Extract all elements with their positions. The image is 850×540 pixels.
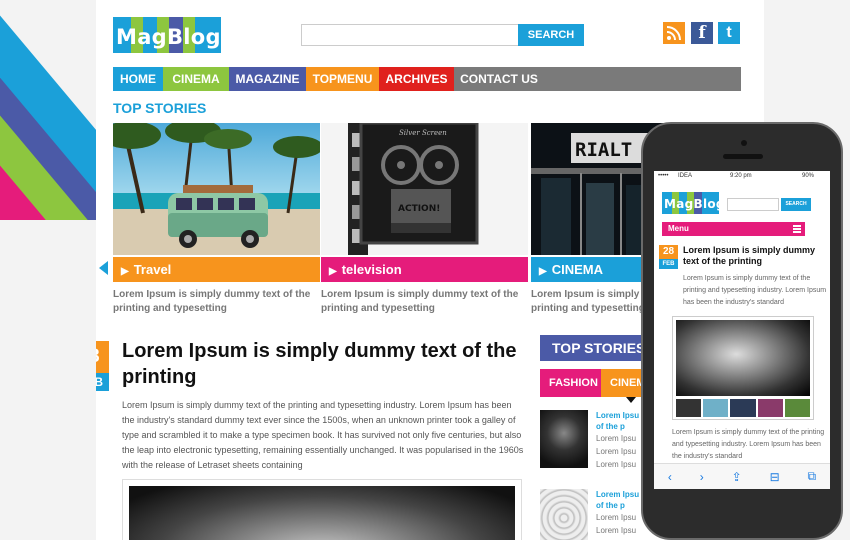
story-card-travel[interactable]: ▶ Travel Lorem Ipsum is simply dummy text… [113, 123, 320, 316]
slider-prev-arrow-icon[interactable] [99, 261, 108, 275]
clock: 9:20 pm [730, 173, 752, 179]
thumbnail[interactable] [703, 399, 729, 417]
phone-mockup: ••••• IDEA 9:20 pm 90% MagBlog SEARCH Me… [641, 122, 843, 540]
carrier-label: IDEA [678, 173, 693, 179]
sidebar-thumb [540, 410, 588, 468]
chevron-right-icon: ▶ [539, 266, 547, 277]
sidebar-thumb [540, 489, 588, 540]
mobile-thumbnails [676, 399, 811, 417]
thumbnail[interactable] [784, 399, 811, 417]
sidebar-item-title: Lorem Ipsu of the p [596, 411, 640, 431]
category-label: television [341, 262, 402, 277]
post-title[interactable]: Lorem Ipsum is simply dummy text of the … [122, 338, 522, 390]
browser-toolbar: ‹ › ⇪ ⊟ ⧉ [654, 463, 830, 489]
mobile-logo[interactable]: MagBlog [662, 192, 719, 214]
nav-home[interactable]: HOME [113, 67, 163, 91]
hamburger-icon[interactable] [793, 225, 801, 233]
sidebar-item-text: Lorem Ipsu Lorem Ipsu Lorem Ipsu [596, 434, 637, 469]
sidebar-item-text: Lorem Ipsu Lorem Ipsu [596, 513, 637, 535]
back-icon[interactable]: ‹ [668, 470, 672, 484]
nav-magazine[interactable]: MAGAZINE [229, 67, 306, 91]
mobile-post-title[interactable]: Lorem Ipsum is simply dummy text of the … [683, 245, 823, 267]
battery-label: 90% [802, 173, 815, 179]
post-date-day: 28 [96, 341, 109, 373]
mobile-date-day: 28 [659, 245, 678, 259]
card-description: Lorem Ipsum is simply dummy text of the … [113, 289, 311, 314]
search-button[interactable]: SEARCH [518, 24, 584, 46]
tab-fashion[interactable]: FASHION [540, 369, 601, 397]
speaker-grill [723, 154, 763, 159]
mobile-date-month: FEB [659, 259, 678, 269]
bookmarks-icon[interactable]: ⊟ [770, 470, 780, 484]
nav-contact-us[interactable]: CONTACT US [454, 67, 544, 91]
share-icon[interactable]: ⇪ [732, 470, 742, 484]
twitter-icon[interactable]: t [718, 22, 740, 44]
silver-screen-sign: Silver Screen [399, 129, 447, 137]
mobile-search-input[interactable] [727, 198, 779, 211]
menu-label: Menu [668, 224, 689, 233]
nav-cinema[interactable]: CINEMA [163, 67, 229, 91]
post-image[interactable] [122, 479, 522, 540]
facebook-icon[interactable]: f [691, 22, 713, 44]
phone-screen: ••••• IDEA 9:20 pm 90% MagBlog SEARCH Me… [654, 171, 830, 489]
camera-icon [741, 140, 747, 146]
sidebar-item-title: Lorem Ipsu of the p [596, 490, 640, 510]
thumbnail[interactable] [730, 399, 756, 417]
chevron-right-icon: ▶ [121, 266, 129, 277]
mobile-post-body-2: Lorem Ipsum is simply dummy text of the … [672, 429, 825, 460]
mobile-search-button[interactable]: SEARCH [781, 198, 811, 211]
decorative-stripes-right [755, 0, 850, 130]
thumbnail[interactable] [676, 399, 702, 417]
mobile-post-body: Lorem Ipsum is simply dummy text of the … [683, 275, 827, 306]
nav-topmenu[interactable]: TOPMENU [306, 67, 379, 91]
card-description: Lorem Ipsum is simply dummy text of the … [321, 289, 519, 314]
story-card-television[interactable]: Silver Screen ACTION! ▶ television Lorem … [321, 123, 528, 316]
forward-icon[interactable]: › [700, 470, 704, 484]
main-nav: HOME CINEMA MAGAZINE TOPMENU ARCHIVES CO… [113, 67, 741, 91]
tab-pointer-icon [626, 397, 636, 403]
thumbnail[interactable] [757, 399, 783, 417]
mobile-post-image[interactable] [672, 316, 814, 420]
status-bar: ••••• IDEA 9:20 pm 90% [654, 171, 830, 183]
category-label: Travel [133, 262, 172, 277]
projector-photo: Silver Screen ACTION! [321, 123, 528, 255]
search-input[interactable] [301, 24, 519, 46]
rss-icon[interactable] [663, 22, 685, 44]
chevron-right-icon: ▶ [329, 266, 337, 277]
post-body: Lorem Ipsum is simply dummy text of the … [122, 400, 524, 470]
category-bar-travel[interactable]: ▶ Travel [113, 257, 320, 282]
action-sign: ACTION! [398, 204, 440, 214]
signal-icon: ••••• [658, 173, 669, 179]
rialto-sign: RIALT [575, 139, 632, 161]
tabs-icon[interactable]: ⧉ [807, 469, 816, 484]
category-bar-television[interactable]: ▶ television [321, 257, 528, 282]
mobile-menu-bar[interactable]: Menu [662, 222, 805, 236]
travel-photo [113, 123, 320, 255]
category-label: CINEMA [551, 262, 603, 277]
nav-archives[interactable]: ARCHIVES [379, 67, 454, 91]
logo-text: MagBlog [664, 197, 719, 211]
logo-text: MagBlog [116, 25, 221, 49]
post-date-month: FEB [96, 373, 109, 391]
site-logo[interactable]: MagBlog [113, 17, 221, 53]
top-stories-heading: TOP STORIES [113, 100, 207, 116]
